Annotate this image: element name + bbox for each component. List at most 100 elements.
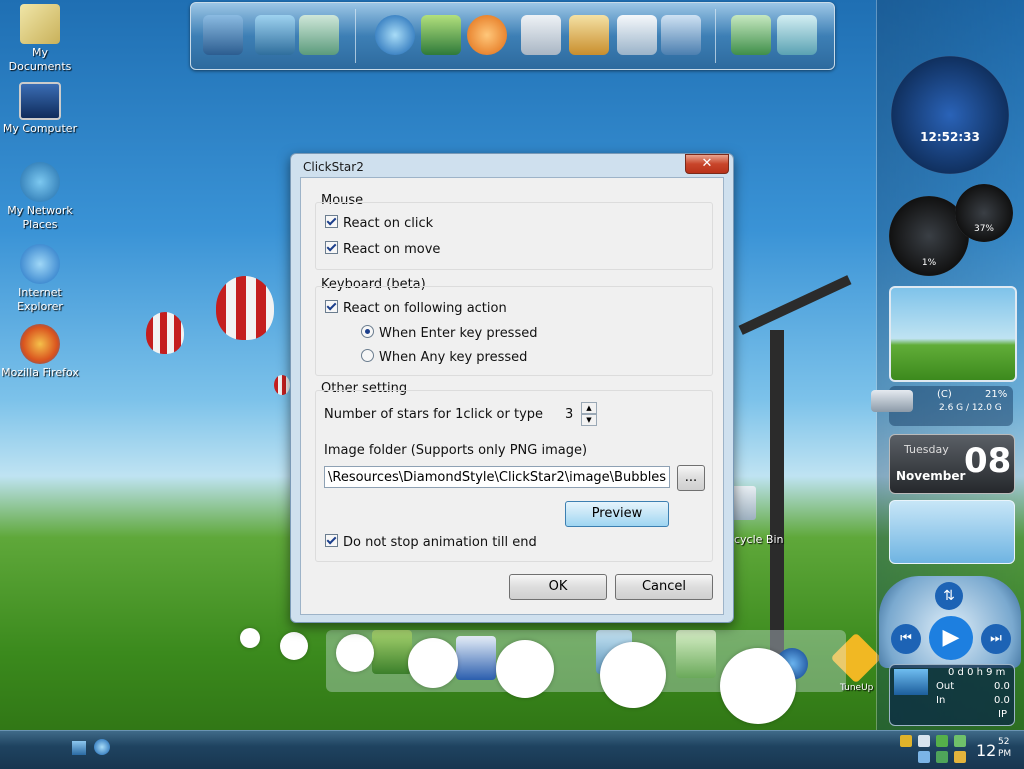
network-out-value: 0.0 (994, 681, 1010, 692)
desktop-icon-internet-explorer[interactable]: Internet Explorer (0, 244, 80, 314)
play-icon[interactable]: ▶ (929, 616, 973, 660)
calendar-gadget[interactable]: Tuesday 08 November (889, 434, 1015, 494)
sidebar: 12:52:33 1% 37% (C) 21% 2.6 G / 12.0 G T… (871, 0, 1024, 730)
documents-icon[interactable] (299, 15, 339, 55)
close-button[interactable]: ✕ (685, 154, 729, 174)
network-tray-icon[interactable] (936, 735, 948, 747)
stars-down-button[interactable]: ▼ (581, 414, 597, 426)
drive-usage: 2.6 G / 12.0 G (939, 403, 1002, 413)
cancel-button[interactable]: Cancel (615, 574, 713, 600)
mem-percent: 37% (973, 224, 994, 234)
checkbox-checked-icon (325, 241, 338, 254)
clock-gadget[interactable]: 12:52:33 (891, 56, 1009, 174)
tray-icon[interactable] (954, 735, 966, 747)
react-on-move-checkbox[interactable]: React on move (325, 241, 440, 257)
browse-button[interactable]: ... (677, 465, 705, 491)
show-desktop-icon[interactable] (72, 741, 86, 755)
bubble-cloud (496, 640, 554, 698)
clock-minute: 52 (998, 737, 1010, 747)
top-dock (190, 2, 835, 70)
volume-icon[interactable] (918, 735, 930, 747)
network-out-label: Out (936, 681, 955, 692)
ie-quicklaunch-icon[interactable] (94, 739, 110, 755)
network-icon (894, 669, 928, 695)
shield-icon[interactable] (900, 735, 912, 747)
network-gadget[interactable]: 0 d 0 h 9 m Out 0.0 In 0.0 IP (889, 664, 1015, 726)
dock-separator (355, 9, 356, 63)
desktop-icon-network[interactable]: My Network Places (0, 162, 80, 232)
tree-branch (738, 275, 852, 335)
dialog-title: ClickStar2 (303, 160, 364, 174)
swap-icon[interactable]: ⇅ (935, 582, 963, 610)
monitor-icon (19, 82, 61, 120)
desktop-icon-label: My Documents (8, 46, 72, 73)
desktop-icon-label: Mozilla Firefox (1, 366, 79, 379)
network-ip-label: IP (998, 709, 1007, 720)
drive-letter: (C) (937, 389, 952, 400)
drive-percent: 21% (985, 389, 1008, 400)
drive-gadget[interactable]: (C) 21% 2.6 G / 12.0 G (871, 386, 1013, 426)
clickstar-dialog: ClickStar2 ✕ Mouse React on click React … (290, 153, 734, 623)
cpu-percent: 1% (921, 258, 937, 268)
radio-selected-icon (361, 325, 374, 338)
checkbox-checked-icon (325, 534, 338, 547)
firefox-icon (20, 324, 60, 364)
control-panel-icon[interactable] (661, 15, 701, 55)
folder-path-input[interactable]: \Resources\DiamondStyle\ClickStar2\image… (324, 466, 670, 488)
blank-gadget[interactable] (889, 500, 1015, 564)
tray-icon[interactable] (936, 751, 948, 763)
stars-value[interactable]: 3 (565, 407, 573, 422)
media-player-icon[interactable] (467, 15, 507, 55)
any-key-radio[interactable]: When Any key pressed (361, 349, 527, 365)
taskbar-clock[interactable]: 12 52 PM (976, 735, 1020, 765)
taskbar: 12 52 PM (0, 730, 1024, 769)
react-on-action-checkbox[interactable]: React on following action (325, 300, 507, 316)
desktop-icon-label: Internet Explorer (17, 286, 63, 313)
media-controls-gadget[interactable]: ⇅ ⏮ ▶ ⏭ (879, 576, 1021, 668)
tools-folder-icon[interactable] (731, 15, 771, 55)
tray-icon[interactable] (918, 751, 930, 763)
checkbox-checked-icon (325, 300, 338, 313)
mouse-group (315, 202, 713, 270)
computer-icon[interactable] (203, 15, 243, 55)
tray-icon[interactable] (954, 751, 966, 763)
ok-button[interactable]: OK (509, 574, 607, 600)
memory-gauge[interactable]: 37% (955, 184, 1013, 242)
react-on-action-label: React on following action (343, 301, 507, 316)
bubble-cloud (336, 634, 374, 672)
calculator-icon[interactable] (521, 15, 561, 55)
desktop-icon-my-documents[interactable]: My Documents (0, 4, 80, 74)
drive-icon (871, 390, 913, 412)
next-track-icon[interactable]: ⏭ (981, 624, 1011, 654)
dock-app-icon[interactable] (372, 630, 412, 674)
calendar-month: November (896, 469, 966, 483)
stars-up-button[interactable]: ▲ (581, 402, 597, 414)
dialog-client: Mouse React on click React on move Keybo… (300, 177, 724, 615)
paint-icon[interactable] (569, 15, 609, 55)
clock-hour: 12 (976, 741, 997, 760)
balloon-large (216, 276, 274, 340)
network-icon[interactable] (255, 15, 295, 55)
word-icon[interactable] (456, 636, 496, 680)
enter-key-label: When Enter key pressed (379, 326, 538, 341)
trophy-icon[interactable] (676, 630, 716, 678)
notepad-icon[interactable] (617, 15, 657, 55)
no-stop-checkbox[interactable]: Do not stop animation till end (325, 534, 537, 550)
checkbox-checked-icon (325, 215, 338, 228)
folder-documents-icon (20, 4, 60, 44)
previous-track-icon[interactable]: ⏮ (891, 624, 921, 654)
preview-button[interactable]: Preview (565, 501, 669, 527)
bubble-cloud (408, 638, 458, 688)
balloon-small (146, 312, 184, 354)
recycle-icon[interactable] (777, 15, 817, 55)
slideshow-gadget[interactable] (889, 286, 1017, 382)
media-center-icon[interactable] (421, 15, 461, 55)
desktop-icon-firefox[interactable]: Mozilla Firefox (0, 324, 80, 380)
bubble-cloud (600, 642, 666, 708)
clock-time: 12:52:33 (920, 130, 980, 144)
desktop-icon-my-computer[interactable]: My Computer (0, 82, 80, 136)
ie-icon[interactable] (375, 15, 415, 55)
dialog-titlebar[interactable]: ClickStar2 ✕ (291, 154, 733, 178)
enter-key-radio[interactable]: When Enter key pressed (361, 325, 537, 341)
react-on-click-checkbox[interactable]: React on click (325, 215, 433, 231)
